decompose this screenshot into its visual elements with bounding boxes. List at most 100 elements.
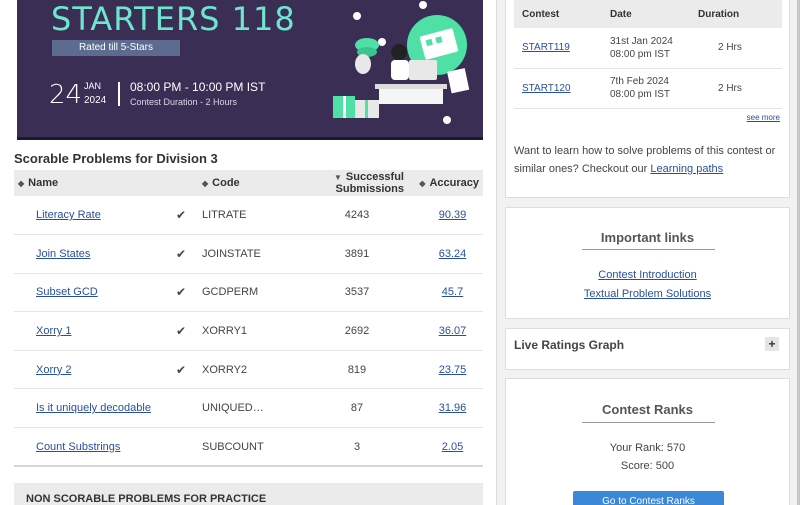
col-name-header[interactable]: ◆ Name (14, 170, 164, 196)
accuracy-link[interactable]: 2.05 (442, 441, 463, 453)
banner-year: 2024 (84, 95, 107, 106)
problem-row: Xorry 1 ✔ XORRY1 2692 36.07 (14, 311, 483, 351)
col-submissions-header[interactable]: ▼ Successful Submissions (270, 170, 408, 196)
sort-icon: ◆ (419, 179, 426, 188)
accuracy-link[interactable]: 36.07 (439, 325, 467, 337)
problems-section-title: Scorable Problems for Division 3 (14, 151, 218, 166)
check-icon: ✔ (175, 324, 187, 339)
solved-status-cell (164, 388, 198, 429)
rated-badge: Rated till 5-Stars (52, 40, 180, 56)
contest-date: 7th Feb 2024 (610, 76, 669, 87)
problem-link[interactable]: Count Substrings (36, 441, 120, 453)
contest-date-cell: 31st Jan 2024 08:00 pm IST (602, 28, 690, 69)
contest-link[interactable]: START119 (522, 42, 570, 53)
problem-row: Subset GCD ✔ GCDPERM 3537 45.7 (14, 273, 483, 313)
problem-accuracy-cell: 2.05 (408, 427, 483, 468)
problem-row: Literacy Rate ✔ LITRATE 4243 90.39 (14, 196, 483, 236)
problem-accuracy-cell: 90.39 (408, 196, 483, 236)
problem-link[interactable]: Literacy Rate (36, 209, 101, 221)
next-contests-card: Contest Date Duration START119 31st Jan 2… (505, 0, 790, 198)
banner-time: 08:00 PM - 10:00 PM IST (130, 80, 266, 94)
problem-submissions: 819 (270, 350, 408, 390)
learning-paths-link[interactable]: Learning paths (650, 163, 723, 175)
accuracy-link[interactable]: 90.39 (439, 209, 467, 221)
contests-col-date: Date (602, 0, 690, 28)
contest-row: START120 7th Feb 2024 08:00 pm IST 2 Hrs (514, 68, 782, 109)
problem-name-cell: Xorry 2 (14, 350, 164, 390)
problem-link[interactable]: Xorry 1 (36, 325, 71, 337)
check-icon: ✔ (175, 246, 187, 261)
contest-ranks-divider (582, 422, 715, 423)
problem-submissions: 4243 (270, 196, 408, 236)
accuracy-link[interactable]: 63.24 (439, 248, 467, 260)
check-icon: ✔ (175, 208, 187, 223)
problem-accuracy-cell: 36.07 (408, 311, 483, 351)
problem-code: JOINSTATE (198, 234, 270, 274)
main-column: STARTERS 118 Rated till 5-Stars 24 JAN 2… (0, 0, 497, 505)
problem-name-cell: Subset GCD (14, 273, 164, 313)
problem-link[interactable]: Is it uniquely decodable (36, 402, 151, 414)
contests-header-row: Contest Date Duration (514, 0, 782, 28)
accuracy-link[interactable]: 23.75 (439, 364, 467, 376)
contest-duration: 2 Hrs (690, 68, 782, 109)
problem-code: XORRY2 (198, 350, 270, 390)
important-links-divider (582, 249, 715, 250)
important-links-card: Important links Contest Introduction Tex… (505, 207, 790, 319)
banner-day: 24 (49, 80, 83, 110)
expand-plus-icon[interactable]: + (765, 337, 779, 351)
learn-text: Want to learn how to solve problems of t… (514, 142, 782, 178)
solved-status-cell: ✔ (164, 350, 198, 390)
problem-accuracy-cell: 23.75 (408, 350, 483, 390)
contest-name-cell: START119 (514, 28, 602, 69)
col-name-label: Name (28, 177, 59, 189)
problem-link[interactable]: Subset GCD (36, 286, 98, 298)
contest-ranks-heading: Contest Ranks (601, 402, 694, 417)
next-contests-table: Contest Date Duration START119 31st Jan 2… (514, 0, 782, 109)
problem-submissions: 3891 (270, 234, 408, 274)
problem-name-cell: Count Substrings (14, 427, 164, 468)
problem-name-cell: Join States (14, 234, 164, 274)
learn-text-body: Want to learn how to solve problems of t… (514, 145, 776, 175)
problem-row: Xorry 2 ✔ XORRY2 819 23.75 (14, 350, 483, 390)
col-accuracy-label: Accuracy (429, 177, 479, 189)
problem-row: Is it uniquely decodable UNIQUED… 87 31.96 (14, 388, 483, 429)
contest-row: START119 31st Jan 2024 08:00 pm IST 2 Hrs (514, 28, 782, 69)
see-more-link[interactable]: see more (747, 113, 780, 122)
accuracy-link[interactable]: 31.96 (439, 402, 467, 414)
sort-down-icon: ▼ (333, 173, 342, 182)
problem-code: LITRATE (198, 196, 270, 236)
contest-introduction-link[interactable]: Contest Introduction (506, 269, 789, 281)
problem-name-cell: Literacy Rate (14, 196, 164, 236)
contests-col-contest: Contest (514, 0, 602, 28)
textual-solutions-link[interactable]: Textual Problem Solutions (506, 288, 789, 300)
contest-link[interactable]: START120 (522, 83, 571, 94)
problem-row: Join States ✔ JOINSTATE 3891 63.24 (14, 234, 483, 274)
solved-status-cell: ✔ (164, 273, 198, 313)
go-to-ranks-button[interactable]: Go to Contest Ranks (573, 491, 724, 505)
sort-icon: ◆ (202, 179, 209, 188)
nonscore-section: NON SCORABLE PROBLEMS FOR PRACTICE (14, 483, 483, 505)
col-code-header[interactable]: ◆ Code (198, 170, 270, 196)
problem-submissions: 3537 (270, 273, 408, 313)
banner-title: STARTERS 118 (51, 0, 296, 38)
contest-ranks-card: Contest Ranks Your Rank: 570 Score: 500 … (505, 378, 790, 505)
solved-status-cell: ✔ (164, 311, 198, 351)
problem-link[interactable]: Xorry 2 (36, 364, 71, 376)
col-code-label: Code (212, 177, 240, 189)
accuracy-link[interactable]: 45.7 (442, 286, 463, 298)
solved-status-cell (164, 427, 198, 468)
live-ratings-card[interactable]: Live Ratings Graph + (505, 328, 790, 370)
nonscore-label: NON SCORABLE PROBLEMS FOR PRACTICE (26, 493, 267, 505)
contest-date: 31st Jan 2024 (610, 35, 673, 47)
col-accuracy-header[interactable]: ◆ Accuracy (408, 170, 483, 196)
problem-code: UNIQUED… (198, 388, 270, 429)
col-submissions-label: Successful Submissions (335, 171, 404, 195)
problem-name-cell: Xorry 1 (14, 311, 164, 351)
contests-col-duration: Duration (690, 0, 782, 28)
contest-name-cell: START120 (514, 68, 602, 109)
contest-banner: STARTERS 118 Rated till 5-Stars 24 JAN 2… (17, 0, 483, 140)
problems-header-row: ◆ Name ◆ Code ▼ Successful Submissions ◆ Acc… (14, 170, 483, 196)
problem-link[interactable]: Join States (36, 248, 90, 260)
banner-illustration (333, 1, 470, 124)
check-icon: ✔ (175, 285, 187, 300)
